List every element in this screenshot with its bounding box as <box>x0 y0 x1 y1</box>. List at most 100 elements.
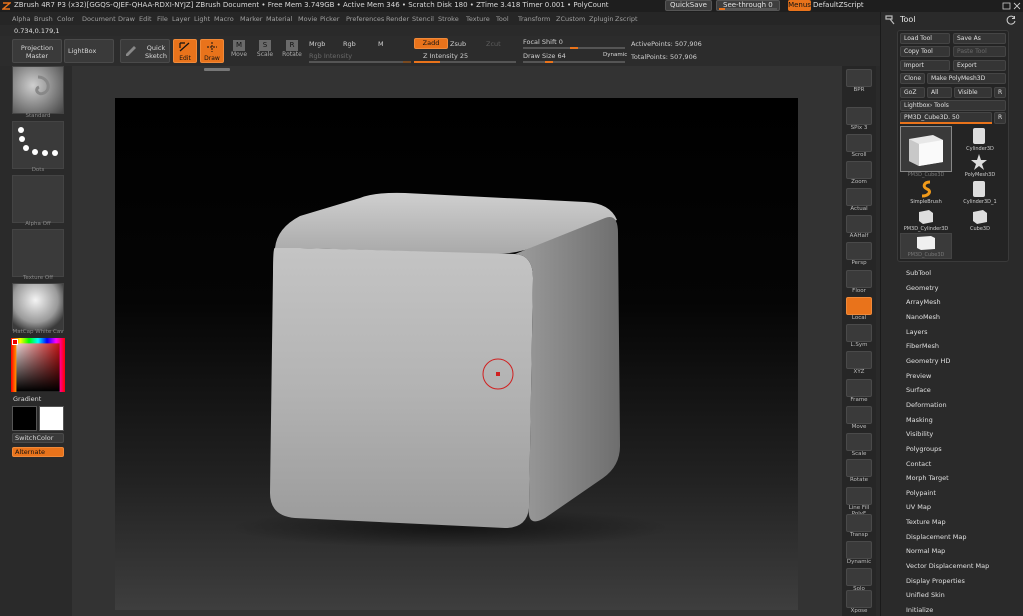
canvas-scroll-handle[interactable] <box>204 68 230 71</box>
subpalette-geometry-hd[interactable]: Geometry HD <box>906 357 950 365</box>
subpalette-nanomesh[interactable]: NanoMesh <box>906 313 940 321</box>
alpha-thumbnail[interactable] <box>12 175 64 223</box>
menu-alpha[interactable]: Alpha <box>12 15 30 23</box>
draw-size-slider[interactable]: Draw Size 64 <box>523 52 566 60</box>
subpalette-morph-target[interactable]: Morph Target <box>906 474 949 482</box>
switch-color-button[interactable]: SwitchColor <box>12 433 64 443</box>
subpalette-polygroups[interactable]: Polygroups <box>906 445 942 453</box>
shelf-local-button[interactable] <box>846 297 872 315</box>
rgb-button[interactable]: Rgb <box>343 40 356 48</box>
shelf-scroll-button[interactable] <box>846 134 872 152</box>
subpalette-arraymesh[interactable]: ArrayMesh <box>906 298 941 306</box>
menu-transform[interactable]: Transform <box>518 15 550 23</box>
lightbox-tools-button[interactable]: Lightbox› Tools <box>900 100 1006 111</box>
shelf-line-fill-polyf-button[interactable] <box>846 487 872 505</box>
menu-brush[interactable]: Brush <box>34 15 53 23</box>
subpalette-subtool[interactable]: SubTool <box>906 269 931 277</box>
scale-button[interactable]: S Scale <box>254 39 276 63</box>
refresh-icon[interactable] <box>1006 15 1017 26</box>
menu-draw[interactable]: Draw <box>118 15 135 23</box>
subpalette-polypaint[interactable]: Polypaint <box>906 489 936 497</box>
cylinder-icon[interactable] <box>968 126 990 146</box>
zsub-button[interactable]: Zsub <box>450 40 466 48</box>
menu-zplugin[interactable]: Zplugin <box>589 15 614 23</box>
lightbox-button[interactable]: LightBox <box>64 39 114 63</box>
z-intensity-slider[interactable]: Z Intensity 25 <box>423 52 468 60</box>
cube-icon[interactable] <box>970 206 990 226</box>
export-button[interactable]: Export <box>953 60 1006 71</box>
save-as-button[interactable]: Save As <box>953 33 1006 44</box>
menu-marker[interactable]: Marker <box>240 15 262 23</box>
menu-document[interactable]: Document <box>82 15 116 23</box>
zadd-button[interactable]: Zadd <box>414 38 448 49</box>
menu-render[interactable]: Render <box>386 15 409 23</box>
dynamic-button[interactable]: Dynamic <box>603 52 627 58</box>
subpalette-fibermesh[interactable]: FiberMesh <box>906 342 939 350</box>
stroke-thumbnail[interactable] <box>12 121 64 169</box>
subpalette-surface[interactable]: Surface <box>906 386 931 394</box>
subpalette-visibility[interactable]: Visibility <box>906 430 933 438</box>
rgb-intensity-slider[interactable]: Rgb Intensity <box>309 52 352 60</box>
shelf-bpr-button[interactable] <box>846 69 872 87</box>
menu-edit[interactable]: Edit <box>139 15 152 23</box>
subpalette-preview[interactable]: Preview <box>906 372 931 380</box>
menu-zscript[interactable]: Zscript <box>615 15 638 23</box>
subpalette-initialize[interactable]: Initialize <box>906 606 933 614</box>
m-button[interactable]: M <box>378 40 384 48</box>
shelf-floor-button[interactable] <box>846 270 872 288</box>
shelf-actual-button[interactable] <box>846 188 872 206</box>
load-tool-button[interactable]: Load Tool <box>900 33 950 44</box>
subpalette-layers[interactable]: Layers <box>906 328 928 336</box>
primary-color-swatch[interactable] <box>12 406 37 431</box>
menu-color[interactable]: Color <box>57 15 74 23</box>
goz-visible-button[interactable]: Visible <box>954 87 992 98</box>
menu-zcustom[interactable]: ZCustom <box>556 15 585 23</box>
gradient-button[interactable]: Gradient <box>13 395 41 403</box>
cube-model[interactable] <box>115 98 798 610</box>
clone-button[interactable]: Clone <box>900 73 925 84</box>
cube-icon[interactable] <box>916 206 936 226</box>
menu-file[interactable]: File <box>157 15 168 23</box>
shelf-rotate-button[interactable] <box>846 459 872 477</box>
shelf-dynamic-button[interactable] <box>846 541 872 559</box>
menu-tool[interactable]: Tool <box>496 15 509 23</box>
menu-movie[interactable]: Movie <box>298 15 317 23</box>
menu-macro[interactable]: Macro <box>214 15 234 23</box>
tool-thumb-pm3d-cube[interactable] <box>900 126 952 172</box>
shelf-spix-3-button[interactable] <box>846 107 872 125</box>
edit-button[interactable]: Edit <box>173 39 197 63</box>
shelf-persp-button[interactable] <box>846 242 872 260</box>
default-zscript-button[interactable]: DefaultZScript <box>813 0 875 11</box>
subpalette-normal-map[interactable]: Normal Map <box>906 547 945 555</box>
copy-tool-button[interactable]: Copy Tool <box>900 46 950 57</box>
rotate-button[interactable]: R Rotate <box>280 39 304 63</box>
subpalette-displacement-map[interactable]: Displacement Map <box>906 533 966 541</box>
goz-button[interactable]: GoZ <box>900 87 925 98</box>
subpalette-vector-displacement-map[interactable]: Vector Displacement Map <box>906 562 989 570</box>
menu-stencil[interactable]: Stencil <box>412 15 434 23</box>
focal-shift-slider[interactable]: Focal Shift 0 <box>523 38 563 46</box>
texture-thumbnail[interactable] <box>12 229 64 277</box>
document-viewport[interactable] <box>115 98 798 610</box>
subpalette-display-properties[interactable]: Display Properties <box>906 577 965 585</box>
shelf-move-button[interactable] <box>846 406 872 424</box>
menu-preferences[interactable]: Preferences <box>346 15 384 23</box>
subpalette-unified-skin[interactable]: Unified Skin <box>906 591 945 599</box>
paste-tool-button[interactable]: Paste Tool <box>953 46 1006 57</box>
menus-toggle-button[interactable]: Menus <box>788 0 811 11</box>
subpalette-contact[interactable]: Contact <box>906 460 931 468</box>
star-icon[interactable] <box>969 153 989 171</box>
menu-layer[interactable]: Layer <box>172 15 190 23</box>
mrgb-button[interactable]: Mrgb <box>309 40 325 48</box>
goz-all-button[interactable]: All <box>927 87 952 98</box>
shelf-solo-button[interactable] <box>846 568 872 586</box>
simplebrush-icon[interactable] <box>916 179 936 199</box>
subpalette-masking[interactable]: Masking <box>906 416 933 424</box>
subpalette-geometry[interactable]: Geometry <box>906 284 938 292</box>
color-picker[interactable] <box>11 338 65 392</box>
menu-material[interactable]: Material <box>266 15 292 23</box>
material-thumbnail[interactable] <box>12 283 64 331</box>
zcut-button[interactable]: Zcut <box>486 40 501 48</box>
current-tool-r-button[interactable]: R <box>994 112 1006 124</box>
quicksave-button[interactable]: QuickSave <box>665 0 712 11</box>
